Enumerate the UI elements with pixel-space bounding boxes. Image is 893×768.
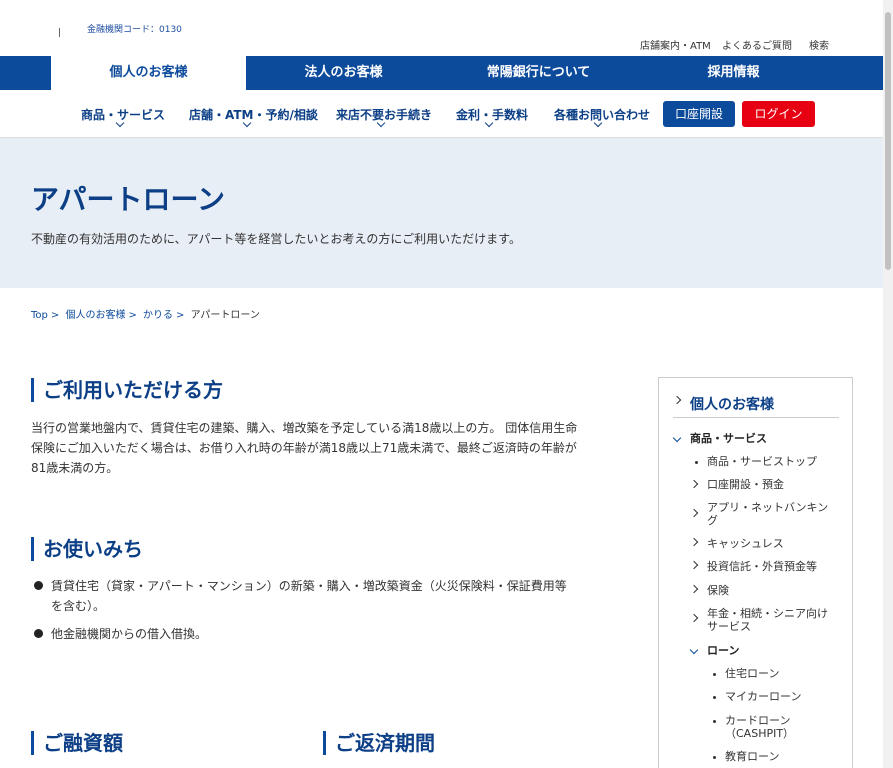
eligibility-text: 当行の営業地盤内で、賃貸住宅の建築、購入、増改築を予定している満18歳以上の方。… [31, 418, 611, 478]
chevron-right-icon [689, 560, 699, 570]
subnav-rates-fees[interactable]: 金利・手数料 [456, 106, 528, 123]
sidebar-nav: 個人のお客様 商品・サービス 商品・サービストップ 口座開設・預金 アプリ・ネッ… [658, 377, 853, 768]
bullet-icon [713, 756, 716, 759]
util-link-stores[interactable]: 店舗案内・ATM [640, 37, 711, 52]
tab-recruit[interactable]: 採用情報 [636, 56, 831, 90]
subnav-inquiries[interactable]: 各種お問い合わせ [554, 106, 650, 123]
eligibility-line: 81歳未満の方。 [31, 461, 119, 475]
chevron-right-icon [689, 508, 699, 518]
sidebar-item-investment[interactable]: 投資信託・外貨預金等 [707, 560, 817, 573]
bullet-icon [713, 673, 716, 676]
scrollbar-thumb[interactable] [885, 12, 891, 270]
chevron-right-icon [689, 479, 699, 489]
breadcrumb-personal[interactable]: 個人のお客様 [65, 310, 125, 321]
sidebar-group-loans[interactable]: ローン [707, 644, 739, 657]
chevron-down-icon [689, 645, 699, 655]
usage-item-line: 賃貸住宅（貸家・アパート・マンション）の新築・購入・増改築資金（火災保険料・保証… [51, 579, 567, 593]
sidebar-divider [673, 417, 839, 418]
breadcrumb-borrow[interactable]: かりる [143, 310, 173, 321]
main-nav: 個人のお客様 法人のお客様 常陽銀行について 採用情報 [0, 56, 883, 90]
sidebar-item-housing-loan[interactable]: 住宅ローン [725, 667, 779, 680]
chevron-right-icon [672, 395, 682, 405]
sidebar-item-education-loan[interactable]: 教育ローン [725, 750, 779, 763]
tab-personal[interactable]: 個人のお客様 [51, 56, 246, 90]
chevron-right-icon [689, 537, 699, 547]
usage-item-line: を含む）。 [51, 599, 106, 613]
sidebar-item-card-loan[interactable]: カードローン（CASHPIT） [725, 714, 825, 740]
sidebar-item-deposits[interactable]: 口座開設・預金 [707, 478, 784, 491]
breadcrumb-top[interactable]: Top [31, 310, 48, 321]
bullet-icon [34, 629, 43, 638]
page-title: アパートローン [31, 183, 226, 216]
sub-nav: 商品・サービス 店舗・ATM・予約/相談 来店不要お手続き 金利・手数料 各種お… [0, 90, 883, 138]
heading-repayment-period: ご返済期間 [323, 731, 435, 755]
open-account-button[interactable]: 口座開設 [663, 101, 735, 127]
heading-eligibility: ご利用いただける方 [31, 378, 223, 402]
usage-item: 賃貸住宅（貸家・アパート・マンション）の新築・購入・増改築資金（火災保険料・保証… [51, 576, 567, 616]
chevron-right-icon [689, 584, 699, 594]
util-link-faq[interactable]: よくあるご質問 [722, 37, 792, 52]
breadcrumb-current: アパートローン [190, 310, 260, 321]
subnav-stores[interactable]: 店舗・ATM・予約/相談 [189, 106, 318, 123]
subnav-online-procedures[interactable]: 来店不要お手続き [336, 106, 432, 123]
eligibility-line: 保険にご加入いただく場合は、お借り入れ時の年齢が満18歳以上71歳未満で、最終ご… [31, 441, 577, 455]
bullet-icon [695, 461, 698, 464]
sidebar-item-pension[interactable]: 年金・相続・シニア向けサービス [707, 607, 837, 633]
tab-corporate[interactable]: 法人のお客様 [246, 56, 441, 90]
breadcrumb-separator: > [128, 310, 137, 321]
sidebar-item-cashless[interactable]: キャッシュレス [707, 537, 784, 550]
sidebar-title[interactable]: 個人のお客様 [690, 394, 774, 414]
breadcrumb: Top > 個人のお客様 > かりる > アパートローン [31, 306, 263, 321]
breadcrumb-separator: > [50, 310, 60, 321]
sidebar-group-products[interactable]: 商品・サービス [690, 432, 767, 445]
chevron-right-icon [689, 613, 699, 623]
eligibility-line: 当行の営業地盤内で、賃貸住宅の建築、購入、増改築を予定している満18歳以上の方。… [31, 421, 578, 435]
site-header: 金融機関コード：0130 店舗案内・ATM よくあるご質問 検索 [0, 0, 883, 56]
page-subtitle: 不動産の有効活用のために、アパート等を経営したいとお考えの方にご利用いただけます… [31, 232, 521, 246]
subnav-products[interactable]: 商品・サービス [81, 106, 165, 123]
sidebar-item-net-banking[interactable]: アプリ・ネットバンキング [707, 501, 837, 527]
util-link-search[interactable]: 検索 [809, 37, 829, 52]
sidebar-item-products-top[interactable]: 商品・サービストップ [707, 455, 817, 468]
sidebar-item-car-loan[interactable]: マイカーローン [725, 690, 801, 703]
chevron-down-icon [672, 433, 682, 443]
bullet-icon [713, 720, 716, 723]
heading-loan-amount: ご融資額 [31, 731, 123, 755]
bullet-icon [713, 696, 716, 699]
heading-usage: お使いみち [31, 537, 143, 561]
bullet-icon [34, 581, 43, 590]
login-button[interactable]: ログイン [742, 101, 815, 127]
breadcrumb-separator: > [176, 310, 185, 321]
logo-divider [59, 28, 60, 37]
bank-code: 金融機関コード：0130 [87, 25, 182, 35]
page-hero: アパートローン 不動産の有効活用のために、アパート等を経営したいとお考えの方にご… [0, 138, 883, 288]
usage-item-line: 他金融機関からの借入借換。 [51, 627, 208, 641]
usage-item: 他金融機関からの借入借換。 [51, 624, 207, 644]
tab-about[interactable]: 常陽銀行について [441, 56, 636, 90]
sidebar-item-insurance[interactable]: 保険 [707, 584, 729, 597]
